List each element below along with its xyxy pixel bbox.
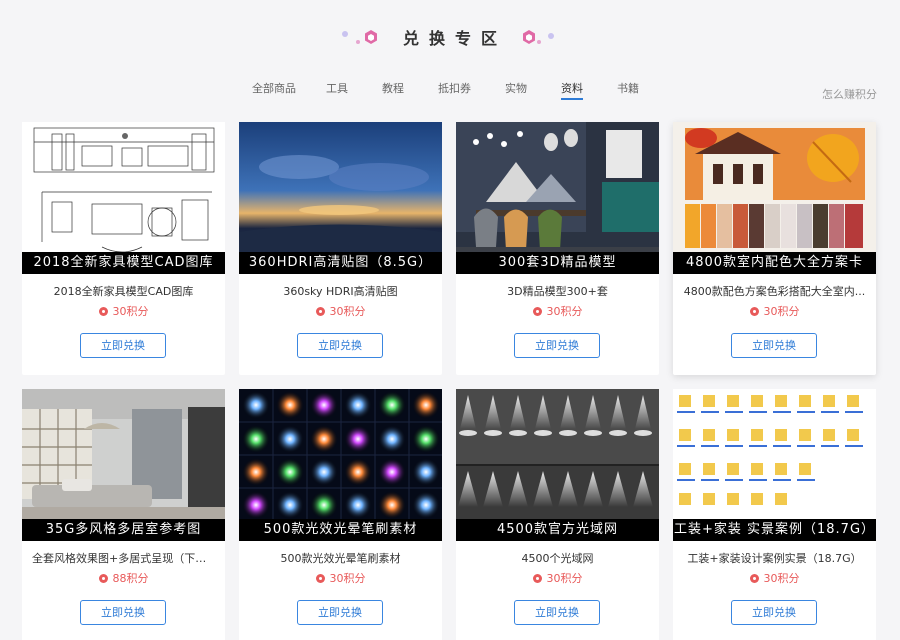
redeem-button[interactable]: 立即兑换 [514,333,600,358]
product-price: 30积分 [456,303,659,319]
tab-tools[interactable]: 工具 [326,80,348,100]
product-name: 360sky HDRI高清贴图 [283,285,398,298]
price-label: 30积分 [329,572,366,585]
thumbnail-caption: 500款光效光晕笔刷素材 [239,519,442,541]
product-thumbnail: 300套3D精品模型 [456,122,659,274]
price-label: 30积分 [763,305,800,318]
product-price: 30积分 [22,303,225,319]
product-price: 88积分 [22,570,225,586]
tab-books[interactable]: 书籍 [617,80,639,100]
product-thumbnail: 4500款官方光域网 [456,389,659,541]
tab-materials[interactable]: 资料 [561,80,583,100]
price-label: 30积分 [546,572,583,585]
product-card[interactable]: 4500款官方光域网 4500个光域网 30积分 立即兑换 [456,389,659,640]
product-card[interactable]: 4800款室内配色大全方案卡 4800款配色方案色彩搭配大全室内... 30积分… [673,122,876,375]
tab-all[interactable]: 全部商品 [252,80,296,100]
product-thumbnail: 500款光效光晕笔刷素材 [239,389,442,541]
tab-coupons[interactable]: 抵扣券 [438,80,471,100]
thumbnail-caption: 300套3D精品模型 [456,252,659,274]
product-card[interactable]: 360HDRI高清贴图（8.5G） 360sky HDRI高清贴图 30积分 立… [239,122,442,375]
points-icon [315,306,325,316]
price-label: 30积分 [112,305,149,318]
price-label: 30积分 [546,305,583,318]
redeem-button[interactable]: 立即兑换 [80,333,166,358]
product-name: 工装+家装设计案例实景（18.7G） [687,552,862,565]
product-price: 30积分 [239,303,442,319]
points-icon [749,573,759,583]
price-label: 30积分 [763,572,800,585]
product-card[interactable]: 工装+家装 实景案例（18.7G） 工装+家装设计案例实景（18.7G） 30积… [673,389,876,640]
product-price: 30积分 [673,570,876,586]
product-price: 30积分 [456,570,659,586]
points-icon [532,306,542,316]
points-icon [98,306,108,316]
thumbnail-caption: 35G多风格多居室参考图 [22,519,225,541]
product-thumbnail: 4800款室内配色大全方案卡 [673,122,876,274]
product-thumbnail: 360HDRI高清贴图（8.5G） [239,122,442,274]
product-card[interactable]: 35G多风格多居室参考图 全套风格效果图+多居式呈现（下载... 88积分 立即… [22,389,225,640]
product-name: 3D精品模型300+套 [507,285,608,298]
redeem-button[interactable]: 立即兑换 [731,600,817,625]
product-card[interactable]: 2018全新家具模型CAD图库 2018全新家具模型CAD图库 30积分 立即兑… [22,122,225,375]
points-icon [315,573,325,583]
product-card[interactable]: 500款光效光晕笔刷素材 500款光效光晕笔刷素材 30积分 立即兑换 [239,389,442,640]
product-price: 30积分 [673,303,876,319]
product-name: 500款光效光晕笔刷素材 [280,552,401,565]
thumbnail-caption: 2018全新家具模型CAD图库 [22,252,225,274]
product-name: 2018全新家具模型CAD图库 [53,285,194,298]
earn-points-link[interactable]: 怎么赚积分 [822,86,877,102]
product-thumbnail: 2018全新家具模型CAD图库 [22,122,225,274]
section-title: 兑换专区 [402,29,507,48]
product-name: 4800款配色方案色彩搭配大全室内... [683,285,866,298]
hexagon-icon [523,30,535,44]
tab-tutorials[interactable]: 教程 [382,80,404,100]
section-header: 兑换专区 [0,22,900,52]
points-icon [532,573,542,583]
redeem-button[interactable]: 立即兑换 [731,333,817,358]
redeem-button[interactable]: 立即兑换 [297,600,383,625]
price-label: 88积分 [112,572,149,585]
product-price: 30积分 [239,570,442,586]
redeem-button[interactable]: 立即兑换 [514,600,600,625]
points-icon [749,306,759,316]
price-label: 30积分 [329,305,366,318]
product-thumbnail: 工装+家装 实景案例（18.7G） [673,389,876,541]
product-name: 4500个光域网 [521,552,594,565]
product-name: 全套风格效果图+多居式呈现（下载... [32,552,215,565]
tab-physical[interactable]: 实物 [505,80,527,100]
thumbnail-caption: 4800款室内配色大全方案卡 [673,252,876,274]
thumbnail-caption: 4500款官方光域网 [456,519,659,541]
category-tabs: 全部商品 工具 教程 抵扣券 实物 资料 书籍 [252,80,639,100]
product-thumbnail: 35G多风格多居室参考图 [22,389,225,541]
redeem-button[interactable]: 立即兑换 [80,600,166,625]
thumbnail-caption: 360HDRI高清贴图（8.5G） [239,252,442,274]
product-card[interactable]: 300套3D精品模型 3D精品模型300+套 30积分 立即兑换 [456,122,659,375]
redeem-button[interactable]: 立即兑换 [297,333,383,358]
exchange-page: 兑换专区 全部商品 工具 教程 抵扣券 实物 资料 书籍 怎么赚积分 2018全… [0,0,900,640]
hexagon-icon [364,30,377,44]
points-icon [98,573,108,583]
thumbnail-caption: 工装+家装 实景案例（18.7G） [673,519,876,541]
